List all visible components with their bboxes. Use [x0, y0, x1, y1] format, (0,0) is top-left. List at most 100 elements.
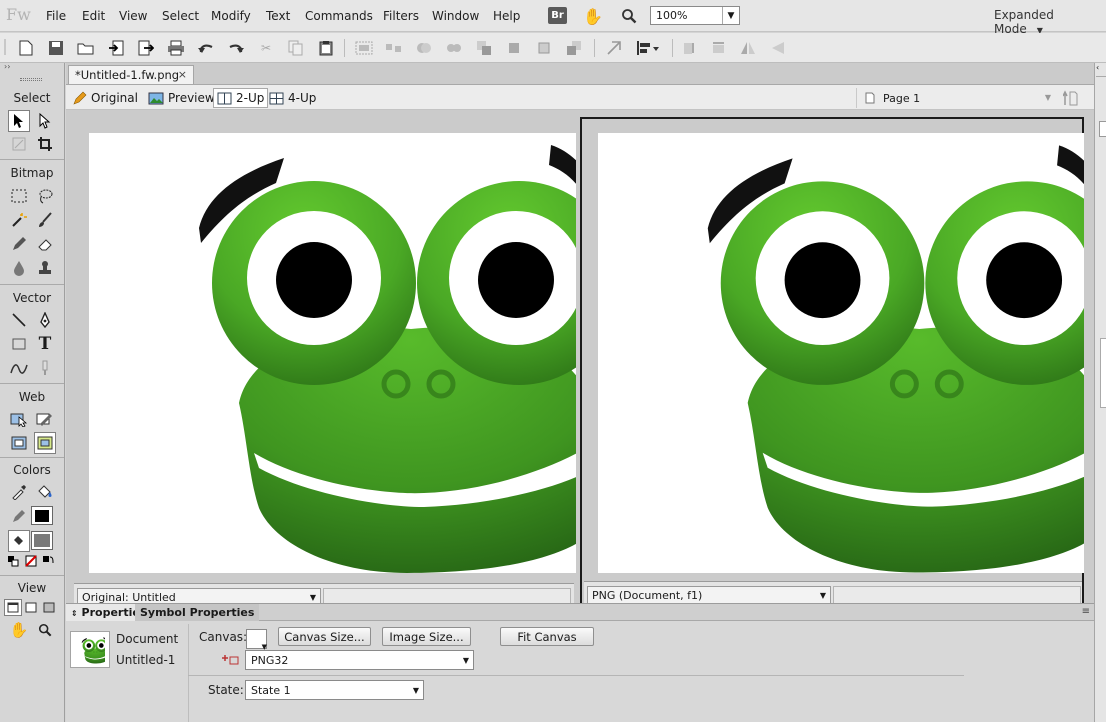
redo-icon[interactable]	[226, 38, 246, 58]
tab-symbol-properties[interactable]: Symbol Properties	[135, 604, 260, 621]
original-canvas[interactable]	[89, 133, 576, 573]
png-preview-canvas[interactable]	[598, 133, 1084, 573]
menu-window[interactable]: Window	[432, 9, 479, 23]
crop-tool-icon[interactable]	[34, 133, 56, 155]
document-tab[interactable]: *Untitled-1.fw.png ×	[68, 65, 194, 84]
default-colors-icon[interactable]	[6, 554, 20, 568]
standard-screen-mode-icon[interactable]	[4, 599, 22, 616]
export-icon[interactable]	[136, 38, 156, 58]
eraser-tool-icon[interactable]	[34, 233, 56, 255]
stroke-color-pencil-icon[interactable]	[8, 505, 30, 527]
menu-file[interactable]: File	[46, 9, 66, 23]
copy-icon[interactable]	[286, 38, 306, 58]
brush-tool-icon[interactable]	[34, 209, 56, 231]
close-icon[interactable]: ×	[178, 68, 187, 81]
menu-commands[interactable]: Commands	[305, 9, 373, 23]
zoom-icon[interactable]	[618, 5, 640, 27]
fit-canvas-button[interactable]: Fit Canvas	[500, 627, 594, 646]
menu-help[interactable]: Help	[493, 9, 520, 23]
rotate-ccw-icon[interactable]	[680, 38, 700, 58]
hand-icon[interactable]: ✋	[582, 5, 604, 27]
canvas-size-button[interactable]: Canvas Size...	[278, 627, 371, 646]
send-to-back-icon[interactable]	[564, 38, 584, 58]
panel-menu-icon[interactable]: ≡	[1082, 606, 1090, 617]
toolbar-grip[interactable]	[4, 39, 6, 55]
flip-vertical-icon[interactable]	[768, 38, 788, 58]
hide-slices-icon[interactable]	[8, 432, 30, 454]
show-slices-icon[interactable]	[34, 432, 56, 454]
menu-select[interactable]: Select	[162, 9, 199, 23]
panel-collapse-icon[interactable]: ‹	[1096, 63, 1106, 77]
new-document-icon[interactable]	[16, 38, 36, 58]
paint-bucket-tool-icon[interactable]	[34, 481, 56, 503]
eyedropper-tool-icon[interactable]	[8, 481, 30, 503]
bring-forward-icon[interactable]	[504, 38, 524, 58]
image-size-button[interactable]: Image Size...	[382, 627, 471, 646]
hotspot-tool-icon[interactable]	[8, 408, 30, 430]
slice-tool-icon[interactable]	[34, 408, 56, 430]
import-icon[interactable]	[106, 38, 126, 58]
pointer-tool-icon[interactable]	[8, 110, 30, 132]
flip-horizontal-icon[interactable]	[738, 38, 758, 58]
zoom-tool-icon[interactable]	[34, 619, 56, 641]
panel-grip[interactable]	[20, 78, 42, 81]
export-format-select[interactable]: PNG32 ▼	[245, 650, 474, 670]
menu-text[interactable]: Text	[266, 9, 290, 23]
stroke-color-swatch[interactable]	[31, 506, 53, 525]
tab-preview[interactable]: Preview	[145, 88, 218, 108]
marquee-tool-icon[interactable]	[8, 185, 30, 207]
bring-to-front-icon[interactable]	[474, 38, 494, 58]
fill-color-swatch[interactable]	[31, 531, 53, 550]
split-icon[interactable]	[444, 38, 464, 58]
rotate-cw-icon[interactable]	[708, 38, 728, 58]
rubber-stamp-tool-icon[interactable]	[34, 257, 56, 279]
send-backward-icon[interactable]	[534, 38, 554, 58]
state-select[interactable]: State 1 ▼	[245, 680, 424, 700]
png-preview-pane[interactable]: PNG (Document, f1) ▼	[580, 117, 1084, 605]
pen-tool-icon[interactable]	[34, 309, 56, 331]
knife-tool-icon[interactable]	[34, 357, 56, 379]
group-icon[interactable]	[354, 38, 374, 58]
menu-modify[interactable]: Modify	[211, 9, 251, 23]
freeform-tool-icon[interactable]	[8, 357, 30, 379]
zoom-select[interactable]: 100% ▼	[650, 6, 740, 25]
ungroup-icon[interactable]	[384, 38, 404, 58]
panel-tab[interactable]	[1099, 121, 1106, 137]
bridge-icon[interactable]: Br	[548, 7, 567, 24]
align-menu-icon[interactable]	[634, 38, 662, 58]
page-select[interactable]: Page 1 ▼	[856, 88, 1054, 108]
paste-icon[interactable]	[316, 38, 336, 58]
swap-colors-icon[interactable]	[41, 554, 55, 568]
open-folder-icon[interactable]	[76, 38, 96, 58]
align-icon[interactable]	[604, 38, 624, 58]
join-icon[interactable]	[414, 38, 434, 58]
undo-icon[interactable]	[196, 38, 216, 58]
save-icon[interactable]	[46, 38, 66, 58]
tab-4up[interactable]: 4-Up	[266, 88, 319, 108]
menu-filters[interactable]: Filters	[383, 9, 419, 23]
original-pane[interactable]: Original: Untitled ▼	[72, 117, 576, 606]
subselection-tool-icon[interactable]	[34, 110, 56, 132]
line-tool-icon[interactable]	[8, 309, 30, 331]
right-panel-strip[interactable]: ‹	[1094, 63, 1106, 722]
full-screen-mode-icon[interactable]	[40, 599, 58, 616]
png-pane-select[interactable]: PNG (Document, f1) ▼	[587, 586, 831, 604]
magic-wand-tool-icon[interactable]	[8, 209, 30, 231]
page-navigation-icon[interactable]	[1062, 89, 1084, 107]
workspace-switcher[interactable]: Expanded Mode ▼	[994, 8, 1106, 36]
text-tool-icon[interactable]: T	[34, 333, 56, 355]
blur-tool-icon[interactable]	[8, 257, 30, 279]
menu-edit[interactable]: Edit	[82, 9, 105, 23]
canvas-color-swatch[interactable]: ▼	[246, 629, 267, 651]
panel-scrollbar[interactable]	[1100, 338, 1106, 408]
hand-tool-icon[interactable]: ✋	[8, 619, 30, 641]
tab-2up[interactable]: 2-Up	[213, 88, 269, 108]
cut-icon[interactable]: ✂	[256, 38, 276, 58]
rectangle-tool-icon[interactable]	[8, 333, 30, 355]
lasso-tool-icon[interactable]	[34, 185, 56, 207]
full-screen-menus-icon[interactable]	[22, 599, 40, 616]
scale-tool-icon[interactable]	[8, 133, 30, 155]
panel-collapse-icon[interactable]: ››	[0, 63, 64, 71]
tab-original[interactable]: Original	[70, 88, 141, 108]
menu-view[interactable]: View	[119, 9, 147, 23]
